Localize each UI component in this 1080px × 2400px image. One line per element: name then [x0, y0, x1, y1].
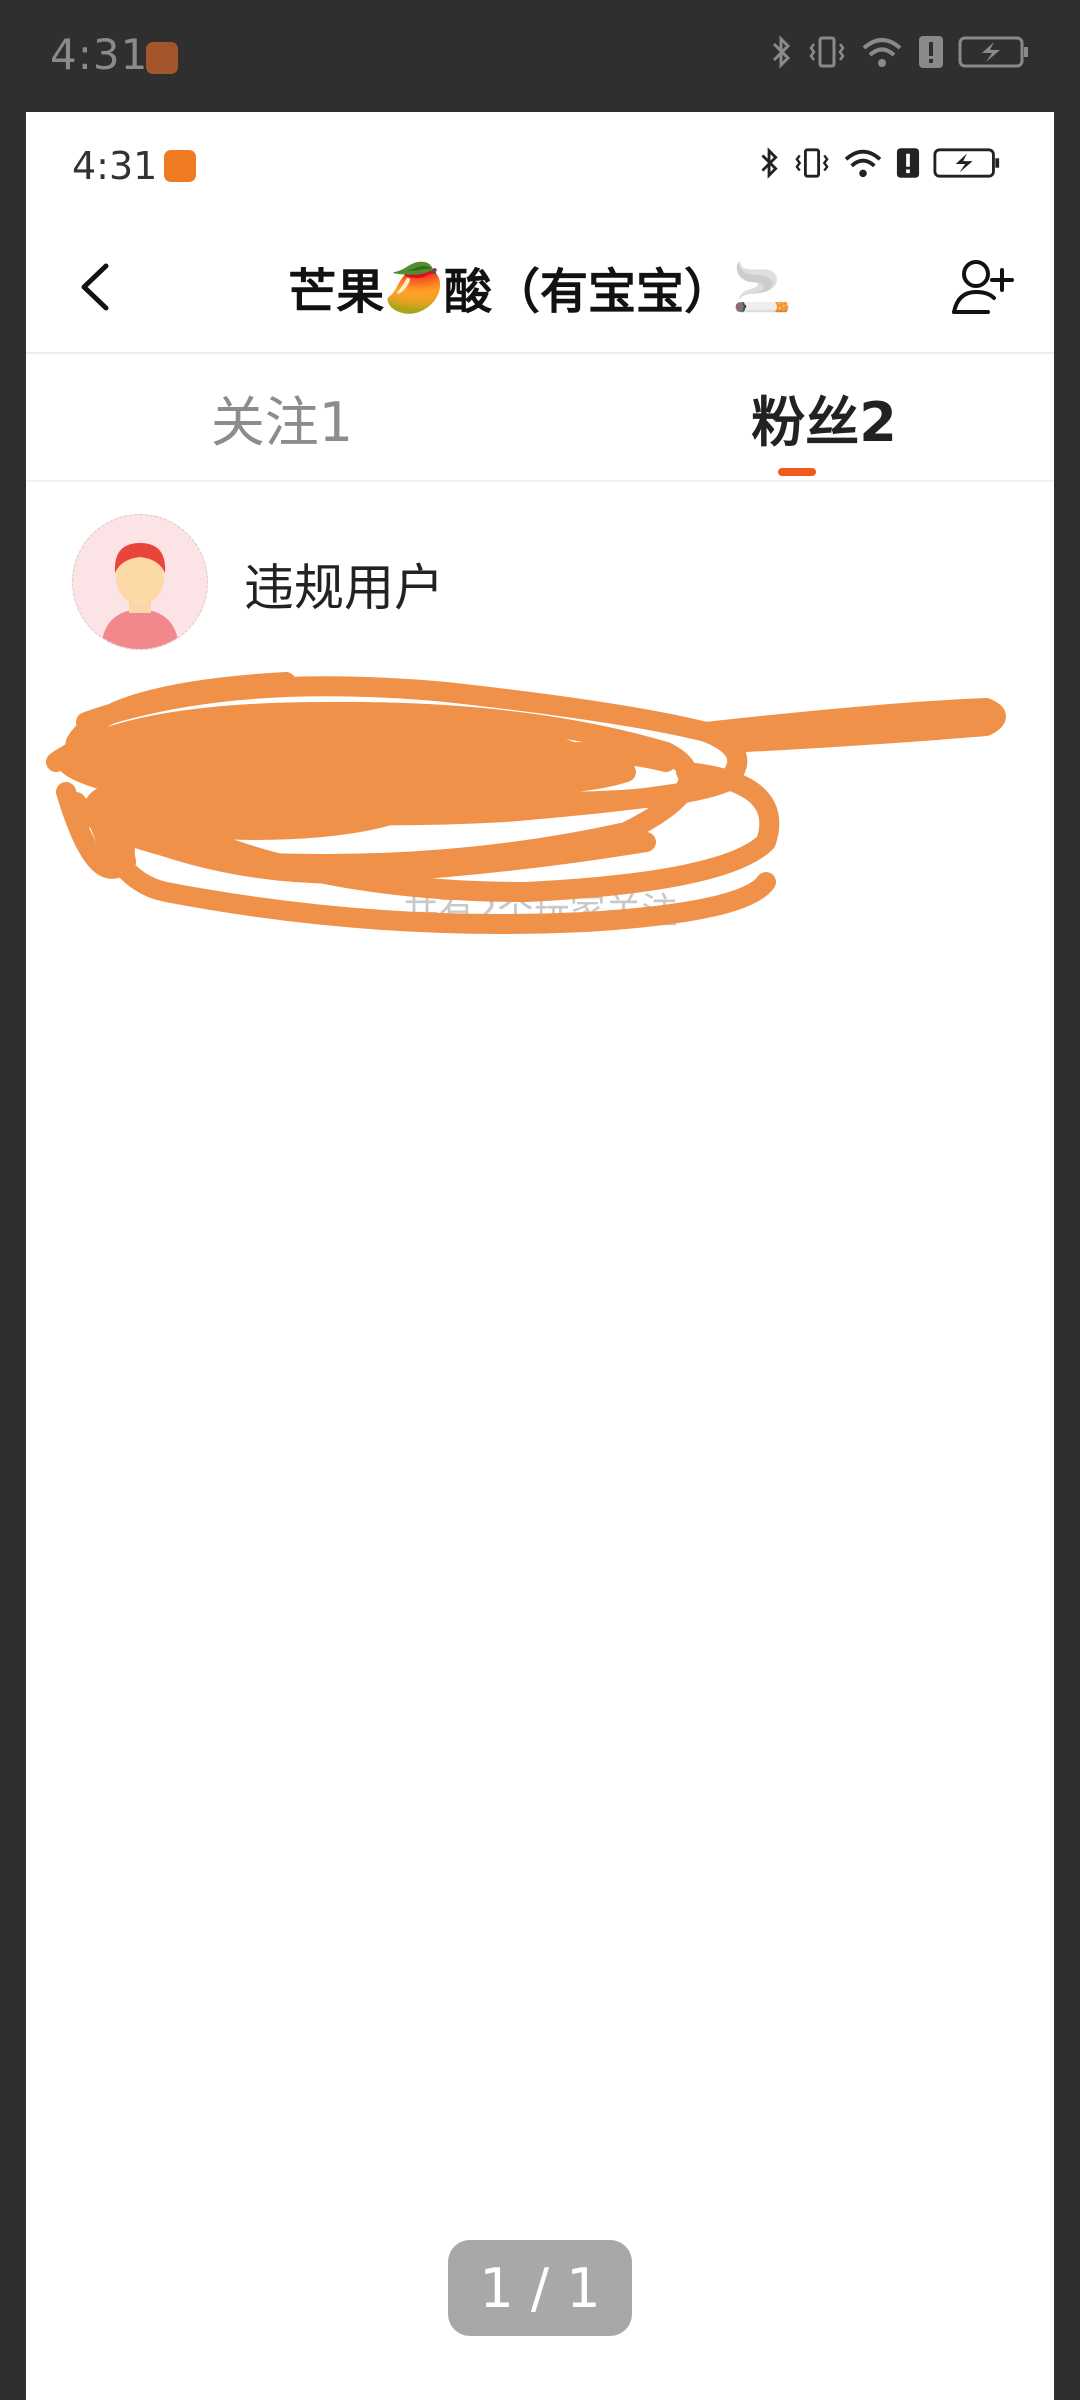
chevron-left-icon [81, 263, 109, 311]
top-nav-bar: 芒果 🥭 酸（有宝宝） 🚬 [26, 222, 1054, 352]
tab-following[interactable]: 关注1 [132, 378, 432, 457]
tab-fans[interactable]: 粉丝2 [674, 378, 974, 457]
default-user-avatar-icon [101, 543, 179, 649]
battery-charging-icon [958, 36, 1028, 68]
vibrate-icon [809, 36, 845, 68]
title-text-part2: 酸（有宝宝） [444, 264, 733, 320]
inner-status-bar: 4:31 [26, 112, 1054, 222]
app-screen: 4:31 芒果 🥭 酸（有宝宝） 🚬 关注1 粉丝2 违规用户 共有2个玩家关注… [26, 112, 1054, 2400]
add-user-button[interactable] [948, 252, 1018, 322]
mango-emoji-icon: 🥭 [384, 259, 444, 316]
alert-icon [919, 36, 943, 68]
cigarette-emoji-icon: 🚬 [732, 259, 792, 316]
alert-icon [896, 148, 920, 178]
page-title: 芒果 🥭 酸（有宝宝） 🚬 [136, 254, 944, 321]
add-user-icon [952, 260, 1014, 314]
vibrate-icon [795, 148, 829, 178]
back-button[interactable] [66, 254, 126, 320]
page-indicator: 1 / 1 [448, 2240, 632, 2336]
battery-charging-icon [933, 148, 1000, 178]
redaction-scribble [46, 672, 1006, 934]
avatar [72, 514, 208, 650]
user-name: 违规用户 [244, 559, 444, 617]
app-notification-icon [146, 42, 178, 74]
bluetooth-icon [772, 35, 791, 69]
status-time: 4:31 [50, 30, 149, 79]
status-icons [758, 146, 1002, 180]
active-tab-indicator [778, 468, 816, 476]
wifi-icon [844, 149, 882, 178]
bluetooth-icon [761, 147, 778, 179]
outer-status-bar: 4:31 [0, 0, 1080, 112]
status-time: 4:31 [72, 144, 158, 188]
title-text-part1: 芒果 [288, 264, 385, 320]
status-icons [770, 34, 1030, 70]
app-notification-icon [164, 150, 196, 182]
wifi-icon [862, 38, 902, 67]
tab-divider [26, 480, 1054, 482]
tab-bar: 关注1 粉丝2 [26, 354, 1054, 480]
